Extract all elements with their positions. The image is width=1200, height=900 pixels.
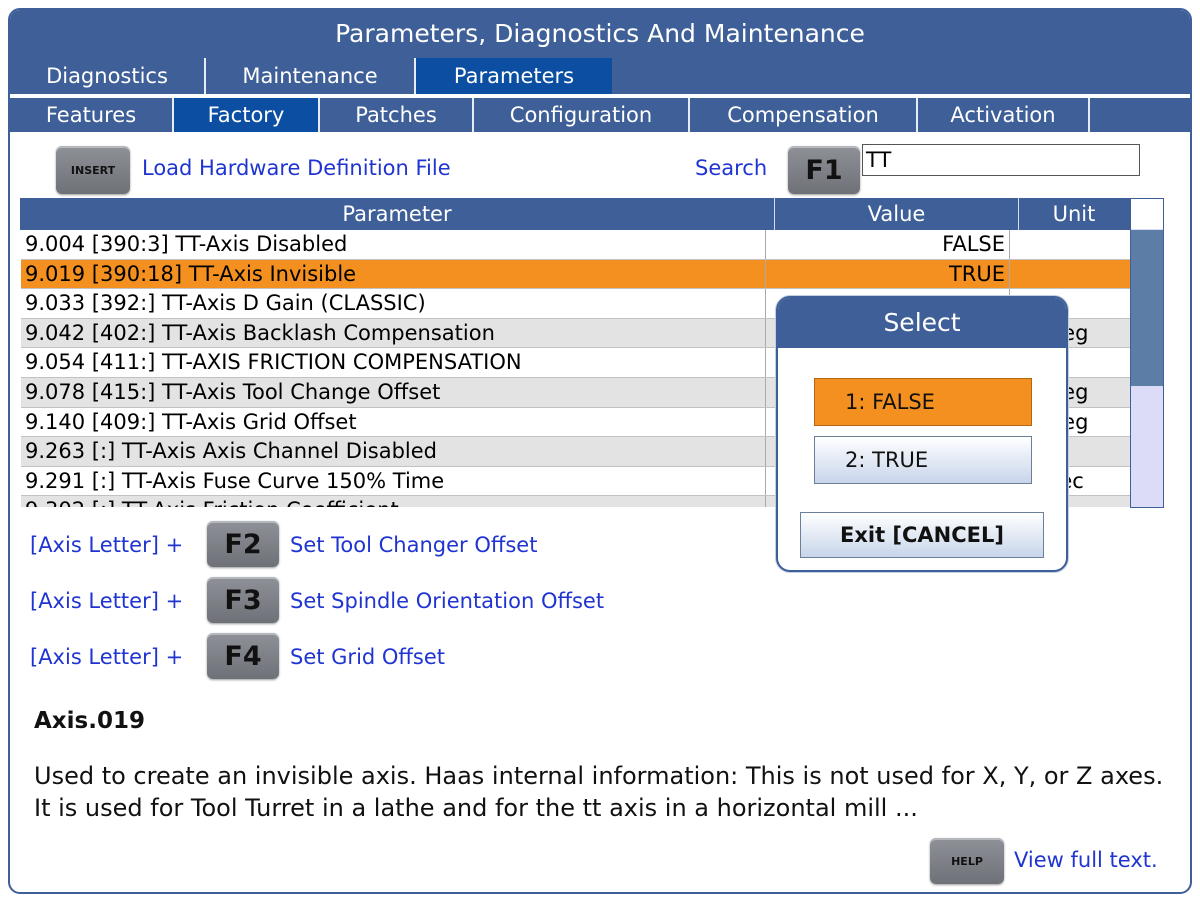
parameter-value: TRUE xyxy=(766,259,1010,289)
description-text: Used to create an invisible axis. Haas i… xyxy=(34,762,1164,822)
parameter-name: 9.302 [:] TT-Axis Friction Coefficient xyxy=(21,496,766,507)
set-tool-changer-offset-link[interactable]: Set Tool Changer Offset xyxy=(290,533,537,557)
tab-diagnostics[interactable]: Diagnostics xyxy=(10,58,206,94)
parameter-name: 9.140 [409:] TT-Axis Grid Offset xyxy=(21,407,766,437)
parameter-name: 9.054 [411:] TT-AXIS FRICTION COMPENSATI… xyxy=(21,348,766,377)
table-row[interactable]: 9.004 [390:3] TT-Axis Disabled FALSE xyxy=(21,230,1131,260)
select-dialog-title: Select xyxy=(778,298,1066,348)
description-title: Axis.019 xyxy=(34,708,145,734)
column-header-value: Value xyxy=(775,198,1019,230)
f4-key-button[interactable]: F4 xyxy=(207,633,279,679)
tab-maintenance[interactable]: Maintenance xyxy=(206,58,416,94)
shortcut-prefix-f4: [Axis Letter] + xyxy=(30,645,184,669)
parameter-unit xyxy=(1010,260,1130,289)
search-input[interactable]: TT xyxy=(862,144,1140,176)
parameter-name: 9.004 [390:3] TT-Axis Disabled xyxy=(21,230,766,259)
view-full-text-link[interactable]: View full text. xyxy=(1014,848,1158,872)
tab-compensation[interactable]: Compensation xyxy=(690,98,918,132)
parameter-unit xyxy=(1010,230,1130,259)
tab-factory[interactable]: Factory xyxy=(174,98,320,132)
column-header-unit: Unit xyxy=(1052,202,1096,226)
tab-activation[interactable]: Activation xyxy=(918,98,1090,132)
parameter-name: 9.263 [:] TT-Axis Axis Channel Disabled xyxy=(21,437,766,466)
search-label: Search xyxy=(695,156,768,180)
option-true[interactable]: 2: TRUE xyxy=(814,436,1032,484)
option-false[interactable]: 1: FALSE xyxy=(814,378,1032,426)
parameter-name: 9.291 [:] TT-Axis Fuse Curve 150% Time xyxy=(21,466,766,496)
tab-features[interactable]: Features xyxy=(10,98,174,132)
f2-key-button[interactable]: F2 xyxy=(207,521,279,567)
shortcut-prefix-f2: [Axis Letter] + xyxy=(30,533,184,557)
insert-key-button[interactable]: INSERT xyxy=(56,146,130,194)
main-tab-bar: Diagnostics Maintenance Parameters xyxy=(10,58,1190,94)
parameter-name: 9.042 [402:] TT-Axis Backlash Compensati… xyxy=(21,318,766,348)
tab-configuration[interactable]: Configuration xyxy=(474,98,690,132)
parameter-name: 9.078 [415:] TT-Axis Tool Change Offset xyxy=(21,377,766,407)
tab-parameters[interactable]: Parameters xyxy=(416,58,612,94)
scrollbar-header-cap xyxy=(1131,199,1163,229)
table-scrollbar[interactable] xyxy=(1130,198,1164,508)
select-dialog: Select 1: FALSE 2: TRUE Exit [CANCEL] xyxy=(776,296,1068,572)
help-key-button[interactable]: HELP xyxy=(930,838,1004,884)
parameter-name: 9.019 [390:18] TT-Axis Invisible xyxy=(21,259,766,289)
tab-patches[interactable]: Patches xyxy=(320,98,474,132)
table-header: Parameter Value Unit xyxy=(20,198,1130,230)
set-spindle-orientation-offset-link[interactable]: Set Spindle Orientation Offset xyxy=(290,589,604,613)
window-title: Parameters, Diagnostics And Maintenance xyxy=(10,10,1190,58)
column-header-parameter: Parameter xyxy=(20,198,775,230)
table-row-selected[interactable]: 9.019 [390:18] TT-Axis Invisible TRUE xyxy=(21,259,1131,290)
parameter-name: 9.033 [392:] TT-Axis D Gain (CLASSIC) xyxy=(21,289,766,318)
sub-tab-bar: Features Factory Patches Configuration C… xyxy=(10,98,1190,132)
f3-key-button[interactable]: F3 xyxy=(207,577,279,623)
load-hardware-definition-link[interactable]: Load Hardware Definition File xyxy=(142,156,451,180)
scrollbar-thumb[interactable] xyxy=(1131,230,1163,386)
f1-key-button[interactable]: F1 xyxy=(788,146,860,194)
shortcut-prefix-f3: [Axis Letter] + xyxy=(30,589,184,613)
exit-cancel-button[interactable]: Exit [CANCEL] xyxy=(800,512,1044,558)
set-grid-offset-link[interactable]: Set Grid Offset xyxy=(290,645,445,669)
parameter-value: FALSE xyxy=(766,230,1010,259)
